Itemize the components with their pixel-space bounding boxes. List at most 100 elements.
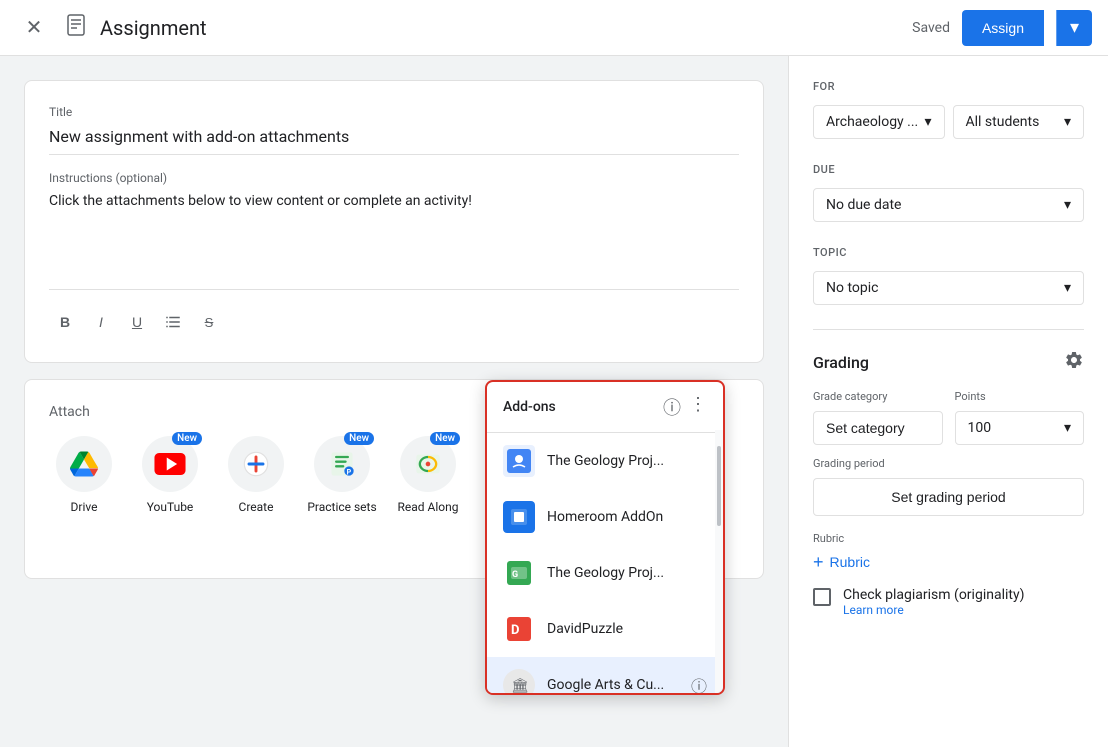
divider [49, 289, 739, 290]
points-col: Points 100 ▾ [955, 390, 1085, 445]
topic-dropdown-icon: ▾ [1064, 280, 1071, 296]
attach-item-youtube[interactable]: New YouTube [135, 436, 205, 514]
addon-item[interactable]: Homeroom AddOn [487, 489, 723, 545]
create-icon-wrap [228, 436, 284, 492]
topic-dropdown[interactable]: No topic ▾ [813, 271, 1084, 305]
addon-info-button[interactable]: ⓘ [691, 673, 707, 693]
attach-item-read-along[interactable]: New Read Along [393, 436, 463, 514]
plagiarism-checkbox[interactable] [813, 588, 831, 606]
addon-item-google-arts[interactable]: 🏛 Google Arts & Cu... ⓘ [487, 657, 723, 693]
set-category-button[interactable]: Set category [813, 411, 943, 445]
topic-label: Topic [813, 246, 1084, 259]
practice-sets-label: Practice sets [307, 500, 376, 514]
addon-geology1-icon [503, 445, 535, 477]
title-label: Title [49, 105, 739, 119]
due-dropdown-icon: ▾ [1064, 197, 1071, 213]
left-panel: Title Instructions (optional) Click the … [0, 56, 788, 747]
formatting-toolbar: B I U S [49, 306, 739, 338]
drive-label: Drive [71, 500, 98, 514]
close-button[interactable]: ✕ [16, 10, 52, 46]
grade-category-row: Grade category Set category Points 100 ▾ [813, 390, 1084, 445]
assign-button[interactable]: Assign [962, 10, 1044, 46]
class-dropdown[interactable]: Archaeology ... ▾ [813, 105, 945, 139]
svg-text:🏛: 🏛 [511, 677, 529, 693]
points-value: 100 [968, 420, 992, 436]
read-along-label: Read Along [398, 500, 459, 514]
strikethrough-button[interactable]: S [193, 306, 225, 338]
set-grading-period-button[interactable]: Set grading period [813, 478, 1084, 516]
drive-icon-wrap [56, 436, 112, 492]
addon-davidpuzzle-icon: D [503, 613, 535, 645]
plagiarism-label: Check plagiarism (originality) [843, 587, 1024, 603]
attach-item-create[interactable]: Create [221, 436, 291, 514]
main-layout: Title Instructions (optional) Click the … [0, 56, 1108, 747]
points-dropdown[interactable]: 100 ▾ [955, 411, 1085, 445]
instructions-input[interactable]: Click the attachments below to view cont… [49, 189, 739, 269]
chevron-down-icon: ▾ [1070, 17, 1079, 38]
add-rubric-button[interactable]: + Rubric [813, 553, 870, 571]
topic-section: Topic No topic ▾ [813, 246, 1084, 305]
addon-geology2-icon: G [503, 557, 535, 589]
addon-item[interactable]: D DavidPuzzle [487, 601, 723, 657]
class-dropdown-icon: ▾ [924, 114, 931, 130]
header-right: Saved Assign ▾ [912, 10, 1092, 46]
addon-header-icons: ⓘ ⋮ [663, 394, 707, 420]
assign-dropdown-button[interactable]: ▾ [1056, 10, 1092, 46]
addon-geology2-name: The Geology Proj... [547, 565, 707, 581]
instructions-label: Instructions (optional) [49, 171, 739, 185]
due-section: Due No due date ▾ [813, 163, 1084, 222]
students-dropdown-icon: ▾ [1064, 114, 1071, 130]
class-value: Archaeology ... [826, 114, 918, 130]
grade-category-label: Grade category [813, 390, 943, 403]
attach-item-practice-sets[interactable]: New P Practice sets [307, 436, 377, 514]
svg-text:P: P [347, 469, 352, 477]
addon-davidpuzzle-name: DavidPuzzle [547, 621, 707, 637]
grade-category-col: Grade category Set category [813, 390, 943, 445]
addon-title: Add-ons [503, 399, 556, 415]
points-dropdown-icon: ▾ [1064, 420, 1071, 436]
due-dropdown[interactable]: No due date ▾ [813, 188, 1084, 222]
addon-header: Add-ons ⓘ ⋮ [487, 382, 723, 433]
addon-popup: Add-ons ⓘ ⋮ [485, 380, 725, 695]
addon-item[interactable]: G The Geology Proj... [487, 545, 723, 601]
read-along-new-badge: New [430, 432, 460, 445]
grading-settings-icon[interactable] [1064, 350, 1084, 374]
addon-homeroom-icon [503, 501, 535, 533]
rubric-label: Rubric [830, 554, 870, 570]
underline-button[interactable]: U [121, 306, 153, 338]
youtube-label: YouTube [147, 500, 194, 514]
read-along-icon-wrap: New [400, 436, 456, 492]
list-button[interactable] [157, 306, 189, 338]
create-label: Create [239, 500, 274, 514]
page-title: Assignment [100, 16, 207, 40]
attach-item-drive[interactable]: Drive [49, 436, 119, 514]
youtube-new-badge: New [172, 432, 202, 445]
addon-item[interactable]: The Geology Proj... [487, 433, 723, 489]
practice-sets-icon-wrap: New P [314, 436, 370, 492]
addon-more-icon[interactable]: ⋮ [689, 394, 707, 420]
title-input[interactable] [49, 123, 739, 155]
youtube-icon-wrap: New [142, 436, 198, 492]
bold-button[interactable]: B [49, 306, 81, 338]
addon-homeroom-name: Homeroom AddOn [547, 509, 707, 525]
practice-sets-new-badge: New [344, 432, 374, 445]
plagiarism-row: Check plagiarism (originality) Learn mor… [813, 587, 1084, 617]
addon-info-icon[interactable]: ⓘ [663, 394, 681, 420]
for-section: For Archaeology ... ▾ All students ▾ [813, 80, 1084, 139]
grading-title: Grading [813, 353, 869, 372]
students-dropdown[interactable]: All students ▾ [953, 105, 1085, 139]
grading-period-label: Grading period [813, 457, 1084, 470]
points-label: Points [955, 390, 1085, 403]
plagiarism-text-block: Check plagiarism (originality) Learn mor… [843, 587, 1024, 617]
grading-header: Grading [813, 350, 1084, 374]
saved-status: Saved [912, 20, 950, 36]
attach-card: Attach Drive [24, 379, 764, 579]
svg-text:D: D [511, 623, 519, 638]
due-value: No due date [826, 197, 901, 213]
header: ✕ Assignment Saved Assign ▾ [0, 0, 1108, 56]
for-label: For [813, 80, 1084, 93]
topic-value: No topic [826, 280, 878, 296]
italic-button[interactable]: I [85, 306, 117, 338]
right-panel: For Archaeology ... ▾ All students ▾ Due… [788, 56, 1108, 747]
learn-more-link[interactable]: Learn more [843, 603, 1024, 617]
